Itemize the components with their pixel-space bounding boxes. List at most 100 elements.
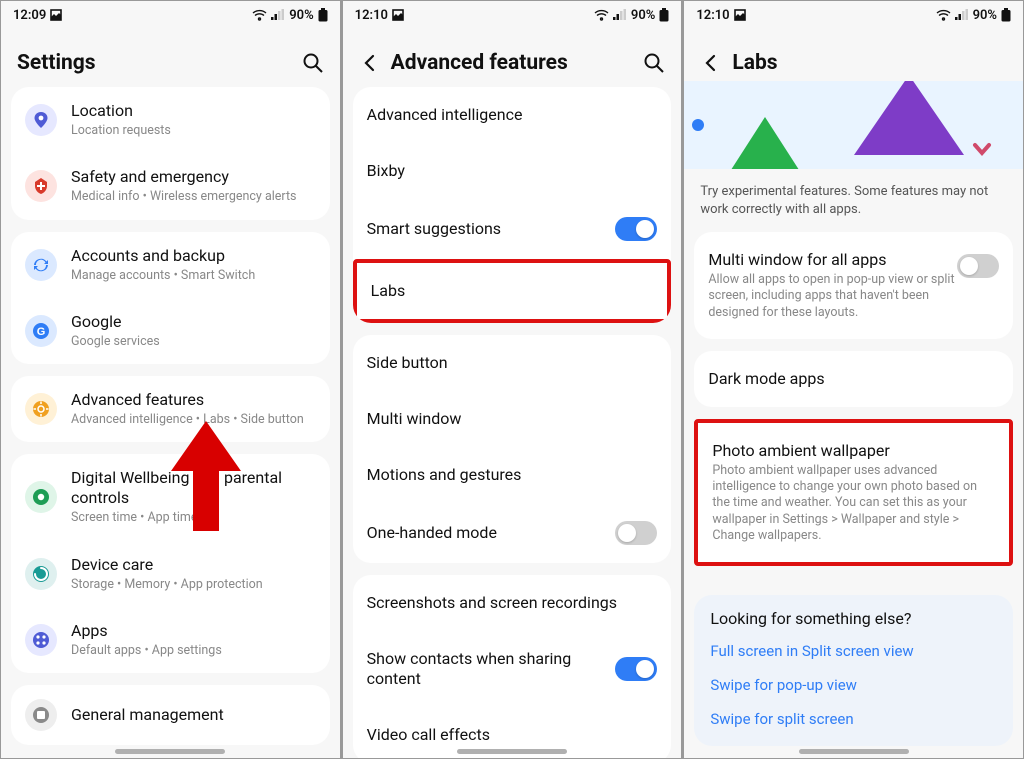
battery-pct: 90% (631, 8, 655, 23)
settings-item-safety[interactable]: Safety and emergency Medical info • Wire… (11, 153, 330, 219)
screenshot-icon (392, 9, 404, 21)
item-label: Safety and emergency (71, 167, 316, 187)
toggle-multiwin-all[interactable] (957, 254, 999, 278)
sync-icon (25, 249, 57, 281)
battery-pct: 90% (289, 8, 313, 23)
adv-item-multiwin[interactable]: Multi window (353, 391, 672, 447)
search-icon[interactable] (643, 52, 665, 74)
item-label: General management (71, 705, 316, 725)
item-subtitle: Location requests (71, 123, 316, 139)
item-subtitle: Manage accounts • Smart Switch (71, 268, 316, 284)
apps-icon (25, 624, 57, 656)
back-icon[interactable] (359, 52, 381, 74)
google-icon: G (25, 315, 57, 347)
settings-item-general[interactable]: General management (11, 685, 330, 745)
battery-icon (1001, 8, 1011, 22)
safety-icon (25, 170, 57, 202)
labs-description: Try experimental features. Some features… (684, 169, 1023, 232)
banner-chevron-icon (971, 139, 993, 161)
settings-item-location[interactable]: Location Location requests (11, 87, 330, 153)
settings-item-google[interactable]: G Google Google services (11, 298, 330, 364)
nav-indicator (457, 749, 567, 754)
general-icon (25, 699, 57, 731)
looking-for-block: Looking for something else? Full screen … (694, 595, 1013, 746)
item-label: Advanced features (71, 390, 316, 410)
item-subtitle: Medical info • Wireless emergency alerts (71, 189, 316, 205)
nav-indicator (799, 749, 909, 754)
adv-item-ai[interactable]: Advanced intelligence (353, 87, 672, 143)
adv-item-smart[interactable]: Smart suggestions (353, 199, 672, 259)
banner-green-triangle-icon (720, 117, 810, 169)
item-label: Device care (71, 555, 316, 575)
item-label: Apps (71, 621, 316, 641)
looking-heading: Looking for something else? (710, 609, 997, 628)
settings-item-devicecare[interactable]: Device care Storage • Memory • App prote… (11, 541, 330, 607)
gear-badge-icon (25, 393, 57, 425)
wifi-icon (936, 9, 951, 21)
wifi-icon (594, 9, 609, 21)
screen-settings: 12:09 90% Settings (0, 0, 341, 759)
toggle-one-handed[interactable] (615, 521, 657, 545)
status-bar: 12:10 90% (684, 1, 1023, 29)
header: Labs (684, 29, 1023, 81)
adv-item-bixby[interactable]: Bixby (353, 143, 672, 199)
item-label: Digital Wellbeing and parental controls (71, 468, 316, 508)
screen-advanced: 12:10 90% Advanced features Advanced int… (341, 0, 683, 759)
settings-item-advanced[interactable]: Advanced features Advanced intelligence … (11, 376, 330, 442)
header: Settings (1, 29, 340, 87)
status-time: 12:09 (13, 8, 46, 23)
banner-dot-icon (692, 119, 704, 131)
adv-item-labs[interactable]: Labs (353, 259, 672, 323)
search-icon[interactable] (302, 52, 324, 74)
link-swipe-split[interactable]: Swipe for split screen (710, 702, 997, 736)
screen-labs: 12:10 90% Labs Try experimental features… (682, 0, 1024, 759)
settings-item-apps[interactable]: Apps Default apps • App settings (11, 607, 330, 673)
signal-icon (613, 9, 627, 21)
svg-text:G: G (37, 326, 46, 338)
toggle-show-contacts[interactable] (615, 657, 657, 681)
adv-item-side[interactable]: Side button (353, 335, 672, 391)
labs-item-darkmode[interactable]: Dark mode apps (694, 351, 1013, 407)
item-subtitle: Google services (71, 334, 316, 350)
location-icon (25, 104, 57, 136)
status-bar: 12:09 90% (1, 1, 340, 29)
wellbeing-icon (25, 481, 57, 513)
nav-indicator (115, 749, 225, 754)
status-bar: 12:10 90% (343, 1, 682, 29)
banner-purple-triangle-icon (854, 81, 964, 155)
adv-item-onehand[interactable]: One-handed mode (353, 503, 672, 563)
back-icon[interactable] (700, 52, 722, 74)
adv-item-motions[interactable]: Motions and gestures (353, 447, 672, 503)
wifi-icon (252, 9, 267, 21)
signal-icon (271, 9, 285, 21)
item-subtitle: Advanced intelligence • Labs • Side butt… (71, 412, 316, 428)
item-label: Location (71, 101, 316, 121)
page-title: Settings (17, 51, 292, 75)
status-time: 12:10 (355, 8, 388, 23)
link-swipe-popup[interactable]: Swipe for pop-up view (710, 668, 997, 702)
header: Advanced features (343, 29, 682, 87)
adv-item-screenshots[interactable]: Screenshots and screen recordings (353, 575, 672, 631)
screenshot-icon (50, 9, 62, 21)
screenshot-icon (734, 9, 746, 21)
item-subtitle: Default apps • App settings (71, 643, 316, 659)
item-subtitle: Storage • Memory • App protection (71, 577, 316, 593)
link-fullscreen-split[interactable]: Full screen in Split screen view (710, 634, 997, 668)
page-title: Labs (732, 51, 1007, 75)
signal-icon (955, 9, 969, 21)
battery-pct: 90% (973, 8, 997, 23)
labs-item-multiwin[interactable]: Multi window for all apps Allow all apps… (694, 232, 1013, 339)
page-title: Advanced features (391, 51, 634, 75)
adv-item-contacts[interactable]: Show contacts when sharing content (353, 631, 672, 707)
settings-item-wellbeing[interactable]: Digital Wellbeing and parental controls … (11, 454, 330, 540)
labs-item-photo-ambient[interactable]: Photo ambient wallpaper Photo ambient wa… (698, 423, 1009, 562)
settings-item-accounts[interactable]: Accounts and backup Manage accounts • Sm… (11, 232, 330, 298)
item-label: Accounts and backup (71, 246, 316, 266)
status-time: 12:10 (696, 8, 729, 23)
item-label: Google (71, 312, 316, 332)
item-subtitle: Screen time • App timers (71, 510, 316, 526)
battery-icon (318, 8, 328, 22)
labs-banner (684, 81, 1023, 169)
battery-icon (659, 8, 669, 22)
toggle-smart-suggestions[interactable] (615, 217, 657, 241)
